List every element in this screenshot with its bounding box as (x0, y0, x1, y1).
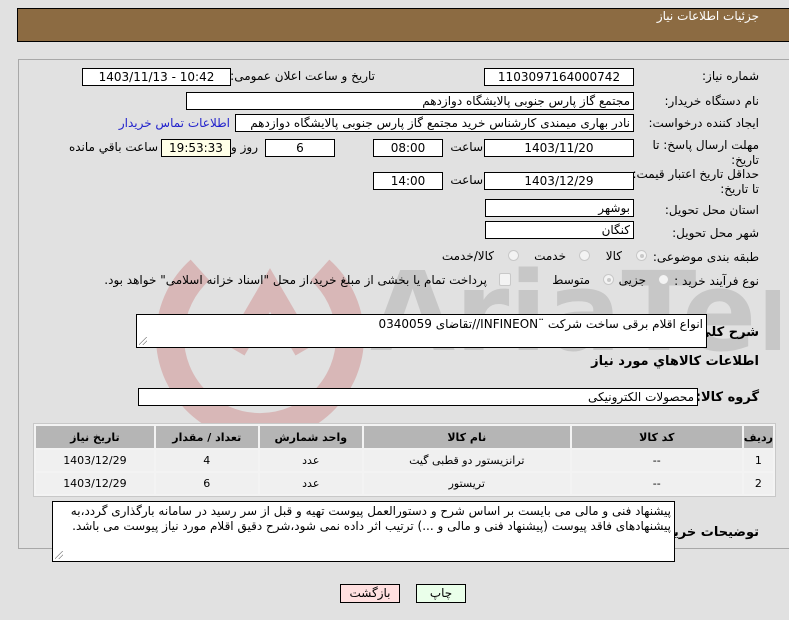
page-title: جزئیات اطلاعات نیاز (656, 9, 759, 23)
category-option-both: کالا/خدمت (441, 249, 494, 263)
price-validity-date: 1403/12/29 (484, 172, 634, 190)
remaining-time: 19:53:33 (161, 139, 231, 157)
goods-group-field: محصولات الکترونیکی (138, 388, 698, 406)
purchase-type-label: نوع فرآیند خرید : (674, 274, 759, 288)
price-validity-label: حداقل تاریخ اعتبار قیمت: تا تاریخ: (632, 167, 759, 196)
price-validity-time: 14:00 (373, 172, 443, 190)
row-unit: عدد (259, 450, 362, 471)
table-row: 2 -- تریستور عدد 6 1403/12/29 (36, 473, 773, 494)
buyer-org-label: نام دستگاه خریدار: (664, 94, 760, 108)
row-name: ترانزیستور دو قطبی گیت (363, 450, 570, 471)
buyer-notes-text: پیشنهاد فنی و مالی می بایست بر اساس شرح … (70, 504, 671, 533)
remaining-label: ساعت باقي مانده (68, 140, 158, 154)
row-code: -- (571, 473, 742, 494)
buyer-org-field: مجتمع گاز پارس جنوبی پالایشگاه دوازدهم (186, 92, 634, 110)
table-header-row: ردیف کد کالا نام کالا واحد شمارش تعداد /… (36, 426, 773, 448)
city-label: شهر محل تحویل: (672, 226, 759, 240)
row-name: تریستور (363, 473, 570, 494)
purchase-radio-minor[interactable] (658, 274, 669, 285)
col-index: ردیف (743, 426, 773, 448)
items-section-title: اطلاعات کالاهاي مورد نياز (591, 354, 759, 369)
treasury-checkbox-label: پرداخت تمام یا بخشی از مبلغ خرید،از محل … (104, 273, 487, 287)
general-desc-text: انواع اقلام برقی ساخت شرکت ¨INFINEON//تق… (378, 317, 704, 331)
col-code: کد کالا (571, 426, 742, 448)
purchase-radio-medium[interactable] (603, 274, 614, 285)
back-button[interactable]: بازگشت (340, 584, 400, 603)
purchase-option-medium: متوسط (552, 273, 590, 287)
treasury-checkbox[interactable] (499, 273, 511, 286)
category-radio-service[interactable] (579, 250, 590, 261)
requester-field: نادر بهاری میمندی کارشناس خرید مجتمع گاز… (235, 114, 634, 132)
row-index: 2 (743, 473, 773, 494)
row-qty: 6 (155, 473, 258, 494)
category-option-goods: کالا (605, 249, 622, 263)
reply-deadline-date: 1403/11/20 (484, 139, 634, 157)
category-label: طبقه بندی موضوعی: (652, 250, 759, 264)
purchase-option-minor: جزیی (618, 273, 646, 287)
requester-label: ایجاد کننده درخواست: (648, 116, 759, 130)
province-field: بوشهر (485, 199, 634, 217)
city-field: کنگان (485, 221, 634, 239)
reply-time-label: ساعت (450, 140, 483, 154)
row-date: 1403/12/29 (36, 473, 154, 494)
general-desc-field: انواع اقلام برقی ساخت شرکت ¨INFINEON//تق… (136, 314, 707, 348)
category-radio-both[interactable] (508, 250, 519, 261)
col-name: نام کالا (363, 426, 570, 448)
remaining-days: 6 (265, 139, 335, 157)
row-code: -- (571, 450, 742, 471)
row-qty: 4 (155, 450, 258, 471)
resize-handle-icon[interactable] (139, 337, 147, 345)
col-unit: واحد شمارش (259, 426, 362, 448)
reply-deadline-label: مهلت ارسال پاسخ: تا تاریخ: (652, 138, 759, 167)
col-qty: تعداد / مقدار (155, 426, 258, 448)
items-table: ردیف کد کالا نام کالا واحد شمارش تعداد /… (33, 423, 776, 497)
buyer-contact-link[interactable]: اطلاعات تماس خریدار (119, 116, 230, 130)
province-label: استان محل تحویل: (664, 203, 759, 217)
days-label: روز و (231, 140, 258, 154)
row-unit: عدد (259, 473, 362, 494)
row-index: 1 (743, 450, 773, 471)
category-radio-goods[interactable] (636, 250, 647, 261)
col-date: تاریخ نیاز (36, 426, 154, 448)
announce-datetime-label: تاریخ و ساعت اعلان عمومی: (230, 69, 375, 83)
reply-deadline-time: 08:00 (373, 139, 443, 157)
need-number-field: 1103097164000742 (484, 68, 634, 86)
announce-datetime-field: 1403/11/13 - 10:42 (82, 68, 231, 86)
need-number-label: شماره نیاز: (702, 69, 759, 83)
row-date: 1403/12/29 (36, 450, 154, 471)
category-option-service: خدمت (534, 249, 566, 263)
resize-handle-icon[interactable] (55, 551, 63, 559)
goods-group-label: گروه کالا: (695, 390, 759, 405)
print-button[interactable]: چاپ (416, 584, 466, 603)
price-time-label: ساعت (450, 173, 483, 187)
table-row: 1 -- ترانزیستور دو قطبی گیت عدد 4 1403/1… (36, 450, 773, 471)
buyer-notes-field: پیشنهاد فنی و مالی می بایست بر اساس شرح … (52, 501, 675, 562)
